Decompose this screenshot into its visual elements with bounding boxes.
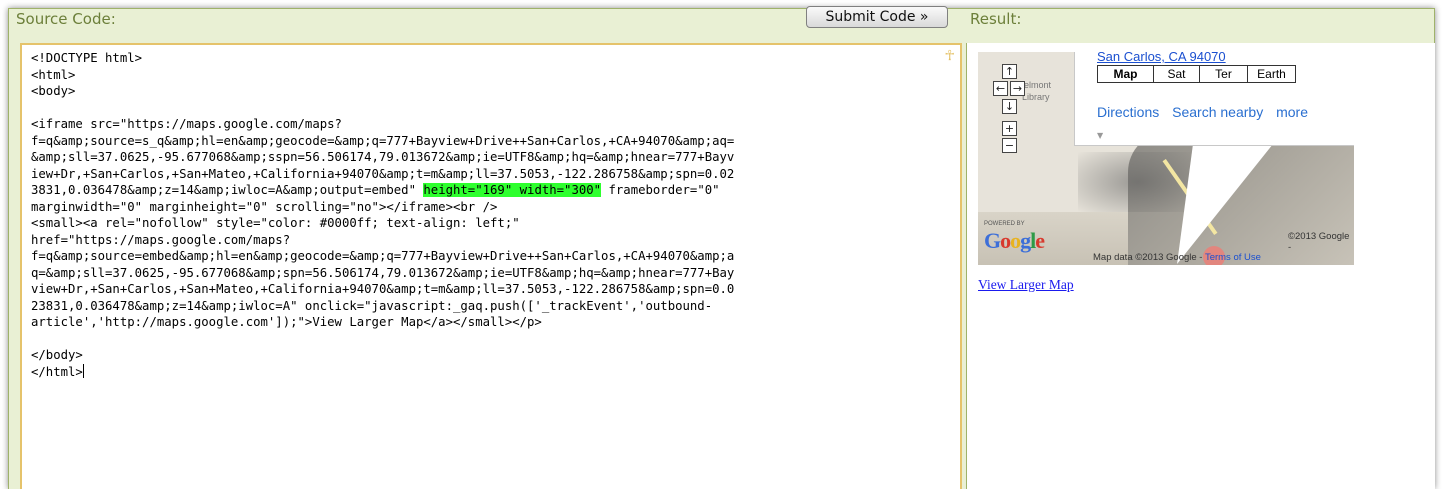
code-line[interactable]: <body>: [31, 83, 954, 100]
pan-left-icon[interactable]: ←: [993, 81, 1008, 96]
code-line[interactable]: 3831,0.036478&amp;z=14&amp;iwloc=A&amp;o…: [31, 182, 954, 199]
map-type-ter[interactable]: Ter: [1199, 66, 1247, 82]
code-line[interactable]: marginwidth="0" marginheight="0" scrolli…: [31, 199, 954, 216]
source-code-header: Source Code:: [16, 10, 116, 28]
directions-link[interactable]: Directions: [1097, 104, 1159, 120]
bubble-links: Directions Search nearby more: [1097, 104, 1317, 120]
result-header: Result:: [970, 10, 1022, 28]
code-line[interactable]: </body>: [31, 347, 954, 364]
place-label-library: Library: [1022, 92, 1050, 102]
address-link[interactable]: San Carlos, CA 94070: [1097, 52, 1226, 64]
code-line[interactable]: <iframe src="https://maps.google.com/map…: [31, 116, 954, 133]
search-nearby-link[interactable]: Search nearby: [1172, 104, 1263, 120]
text-cursor: [82, 363, 84, 378]
info-bubble: San Carlos, CA 94070 Map Sat Ter Earth D…: [1074, 52, 1354, 146]
pan-up-icon[interactable]: ↑: [1002, 64, 1017, 79]
code-line[interactable]: f=q&amp;source=s_q&amp;hl=en&amp;geocode…: [31, 133, 954, 150]
submit-code-button[interactable]: Submit Code »: [806, 6, 948, 28]
code-line[interactable]: q=&amp;sll=37.0625,-95.677068&amp;spn=56…: [31, 265, 954, 282]
map-type-earth[interactable]: Earth: [1247, 66, 1295, 82]
code-editor[interactable]: ☥ <!DOCTYPE html> <html> <body> <iframe src…: [20, 43, 962, 489]
highlighted-attributes: height="169" width="300": [423, 183, 602, 197]
zoom-out-icon[interactable]: −: [1002, 138, 1017, 153]
code-text[interactable]: <!DOCTYPE html> <html> <body> <iframe src="…: [22, 45, 960, 380]
code-line[interactable]: f=q&amp;source=embed&amp;hl=en&amp;geoco…: [31, 248, 954, 265]
code-line[interactable]: [31, 331, 954, 348]
code-line[interactable]: </html>: [31, 363, 954, 381]
code-line[interactable]: view+Dr,+San+Carlos,+San+Mateo,+Californ…: [31, 281, 954, 298]
code-line[interactable]: <html>: [31, 67, 954, 84]
code-line[interactable]: [31, 100, 954, 117]
code-line[interactable]: <!DOCTYPE html>: [31, 50, 954, 67]
pan-right-icon[interactable]: →: [1010, 81, 1025, 96]
result-pane: Belmont Library ↑ ← → ↓ + − San Carlos, …: [966, 43, 1435, 489]
expand-arrow-icon[interactable]: ▼: [1097, 131, 1103, 140]
code-line[interactable]: article','http://maps.google.com']);">Vi…: [31, 314, 954, 331]
map-type-map[interactable]: Map: [1098, 66, 1153, 82]
map-attribution: Map data ©2013 Google - Terms of Use: [1093, 252, 1261, 263]
attribution-text: Map data ©2013 Google -: [1093, 252, 1203, 263]
google-logo[interactable]: Google: [984, 228, 1045, 254]
more-link[interactable]: more: [1276, 104, 1308, 120]
resize-handle-icon[interactable]: ☥: [945, 48, 955, 64]
code-line[interactable]: href="https://maps.google.com/maps?: [31, 232, 954, 249]
zoom-in-icon[interactable]: +: [1002, 121, 1017, 136]
map-type-selector: Map Sat Ter Earth: [1097, 65, 1296, 83]
pan-down-icon[interactable]: ↓: [1002, 99, 1017, 114]
embedded-map[interactable]: Belmont Library ↑ ← → ↓ + − San Carlos, …: [978, 52, 1354, 265]
code-line[interactable]: &amp;sll=37.0625,-95.677068&amp;sspn=56.…: [31, 149, 954, 166]
map-copyright: ©2013 Google -: [1288, 231, 1350, 253]
view-larger-map-link[interactable]: View Larger Map: [978, 277, 1074, 293]
code-line[interactable]: iew+Dr,+San+Carlos,+San+Mateo,+Californi…: [31, 166, 954, 183]
powered-by-label: POWERED BY: [984, 221, 1025, 227]
code-line[interactable]: <small><a rel="nofollow" style="color: #…: [31, 215, 954, 232]
code-line[interactable]: 23831,0.036478&amp;z=14&amp;iwloc=A" onc…: [31, 298, 954, 315]
terms-of-use-link[interactable]: Terms of Use: [1205, 252, 1261, 263]
map-type-sat[interactable]: Sat: [1153, 66, 1199, 82]
